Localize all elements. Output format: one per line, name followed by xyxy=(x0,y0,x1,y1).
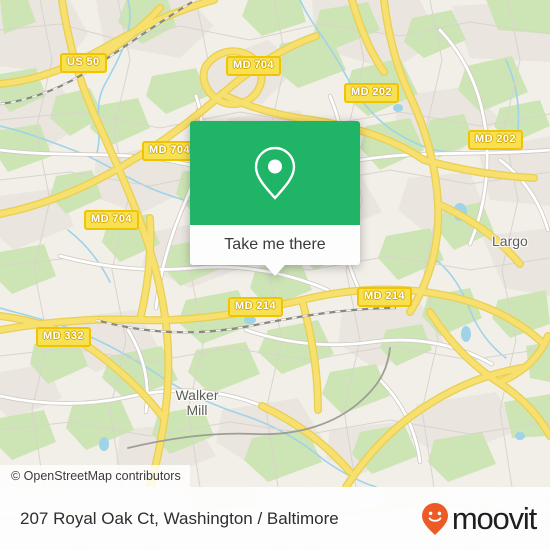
moovit-smiley-pin-icon xyxy=(421,502,448,535)
place-label-largo: Largo xyxy=(492,233,528,249)
road-shield: MD 202 xyxy=(468,130,523,150)
map-viewport[interactable]: US 50 MD 704 MD 202 MD 202 MD 704 MD 704… xyxy=(0,0,550,487)
road-shield: MD 214 xyxy=(228,297,283,317)
road-shield: US 50 xyxy=(60,53,107,73)
popup-tail xyxy=(265,265,285,276)
location-popup[interactable]: Take me there xyxy=(190,121,360,276)
map-screen: US 50 MD 704 MD 202 MD 202 MD 704 MD 704… xyxy=(0,0,550,550)
map-attribution[interactable]: © OpenStreetMap contributors xyxy=(0,465,190,487)
road-shield: MD 214 xyxy=(357,287,412,307)
popup-image-area xyxy=(190,121,360,225)
place-label-walker-mill: Walker Mill xyxy=(175,387,219,418)
take-me-there-button[interactable]: Take me there xyxy=(190,225,360,265)
road-shield: MD 332 xyxy=(36,327,91,347)
road-shield: MD 704 xyxy=(84,210,139,230)
footer-bar: 207 Royal Oak Ct, Washington / Baltimore… xyxy=(0,487,550,550)
location-pin-icon xyxy=(254,146,296,200)
take-me-there-label: Take me there xyxy=(224,236,326,253)
moovit-wordmark: moovit xyxy=(451,501,537,536)
address-title: 207 Royal Oak Ct, Washington / Baltimore xyxy=(20,508,339,528)
road-shield: MD 202 xyxy=(344,83,399,103)
moovit-logo[interactable]: moovit xyxy=(420,501,537,536)
road-shield: MD 704 xyxy=(142,141,197,161)
road-shield: MD 704 xyxy=(226,56,281,76)
